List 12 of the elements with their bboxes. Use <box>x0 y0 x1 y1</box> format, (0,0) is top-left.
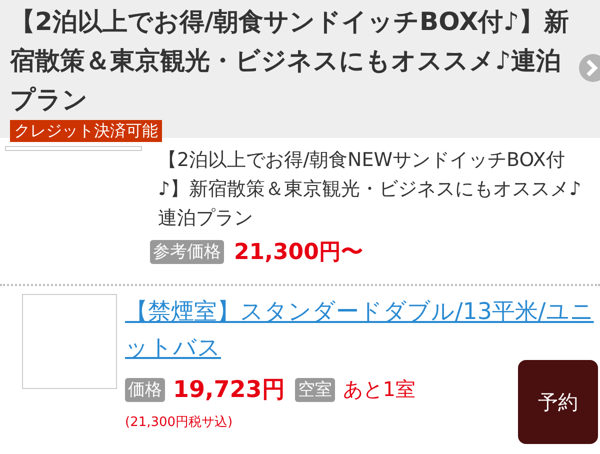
vacancy-text: あと1室 <box>342 376 416 403</box>
next-arrow-icon[interactable] <box>578 53 600 83</box>
price-tag: 価格 <box>125 378 165 402</box>
tax-note: (21,300円税サ込) <box>125 414 234 431</box>
reserve-button[interactable]: 予約 <box>518 360 598 444</box>
price-tag: 参考価格 <box>150 240 224 264</box>
credit-tag: クレジット決済可能 <box>10 120 162 142</box>
price-text: 21,300円〜 <box>234 239 363 267</box>
vacancy-tag: 空室 <box>294 378 335 402</box>
price-text: 19,723円 <box>173 376 285 405</box>
plan-heading: 【2泊以上でお得/朝食サンドイッチBOX付♪】新宿散策＆東京観光・ビジネスにもオススメ♪連泊プラン <box>10 6 570 116</box>
plan-title: 【2泊以上でお得/朝食NEWサンドイッチBOX付♪】新宿散策＆東京観光・ビジネスにもオススメ♪連泊プラン <box>157 148 582 231</box>
